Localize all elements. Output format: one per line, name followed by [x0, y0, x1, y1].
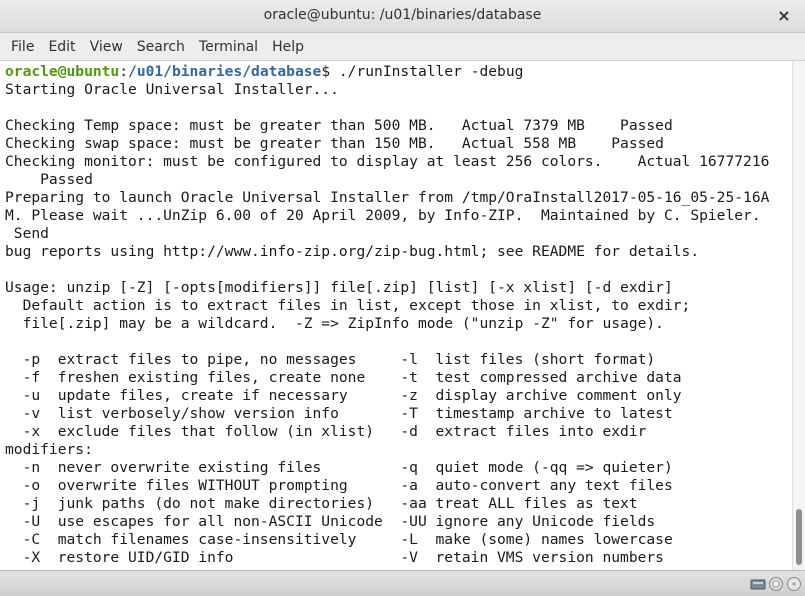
output-line: -X restore UID/GID info -V retain VMS ve…: [5, 549, 664, 566]
window-title: oracle@ubuntu: /u01/binaries/database: [263, 7, 542, 23]
output-line: Preparing to launch Oracle Universal Ins…: [5, 189, 770, 206]
output-line: -f freshen existing files, create none -…: [5, 369, 682, 386]
output-line: Default action is to extract files in li…: [5, 297, 691, 314]
terminal-window: oracle@ubuntu: /u01/binaries/database × …: [0, 0, 805, 596]
output-lines: Starting Oracle Universal Installer... Ch…: [5, 81, 792, 567]
prompt-line: oracle@ubuntu:/u01/binaries/database$ ./…: [5, 63, 792, 81]
output-line: -j junk paths (do not make directories) …: [5, 495, 638, 512]
menu-help[interactable]: Help: [265, 34, 311, 60]
cd-icon[interactable]: [786, 576, 802, 592]
close-button[interactable]: ×: [773, 5, 795, 27]
output-line: bug reports using http://www.info-zip.or…: [5, 243, 700, 260]
output-line: Passed: [5, 171, 93, 188]
output-line: -v list verbosely/show version info -T t…: [5, 405, 673, 422]
output-line: Send: [5, 225, 49, 242]
disk-icon[interactable]: [750, 576, 766, 592]
menu-view[interactable]: View: [83, 34, 130, 60]
menu-bar: File Edit View Search Terminal Help: [0, 33, 805, 61]
vm-status-bar: [0, 570, 805, 596]
output-line: -o overwrite files WITHOUT prompting -a …: [5, 477, 673, 494]
output-line: Checking Temp space: must be greater tha…: [5, 117, 673, 134]
menu-edit[interactable]: Edit: [41, 34, 82, 60]
prompt-user: oracle@ubuntu: [5, 63, 120, 80]
output-line: modifiers:: [5, 441, 93, 458]
output-line: Starting Oracle Universal Installer...: [5, 81, 339, 98]
output-line: -u update files, create if necessary -z …: [5, 387, 682, 404]
output-line: -U use escapes for all non-ASCII Unicode…: [5, 513, 656, 530]
menu-search[interactable]: Search: [130, 34, 192, 60]
menu-file[interactable]: File: [4, 34, 41, 60]
output-line: -n never overwrite existing files -q qui…: [5, 459, 673, 476]
scroll-thumb[interactable]: [796, 509, 802, 565]
output-line: M. Please wait ...UnZip 6.00 of 20 April…: [5, 207, 761, 224]
output-line: file[.zip] may be a wildcard. -Z => ZipI…: [5, 315, 664, 332]
output-line: Checking swap space: must be greater tha…: [5, 135, 664, 152]
prompt-command: $ ./runInstaller -debug: [321, 63, 524, 80]
output-line: Checking monitor: must be configured to …: [5, 153, 770, 170]
output-line: Usage: unzip [-Z] [-opts[modifiers]] fil…: [5, 279, 673, 296]
output-line: -x exclude files that follow (in xlist) …: [5, 423, 647, 440]
output-line: -C match filenames case-insensitively -L…: [5, 531, 673, 548]
output-line: -p extract files to pipe, no messages -l…: [5, 351, 656, 368]
title-bar[interactable]: oracle@ubuntu: /u01/binaries/database ×: [0, 0, 805, 33]
menu-terminal[interactable]: Terminal: [192, 34, 265, 60]
network-icon[interactable]: [768, 576, 784, 592]
prompt-separator: :: [119, 63, 129, 80]
prompt-path: /u01/binaries/database: [128, 63, 322, 80]
vertical-scrollbar[interactable]: [792, 61, 805, 570]
terminal-output[interactable]: oracle@ubuntu:/u01/binaries/database$ ./…: [0, 61, 792, 570]
